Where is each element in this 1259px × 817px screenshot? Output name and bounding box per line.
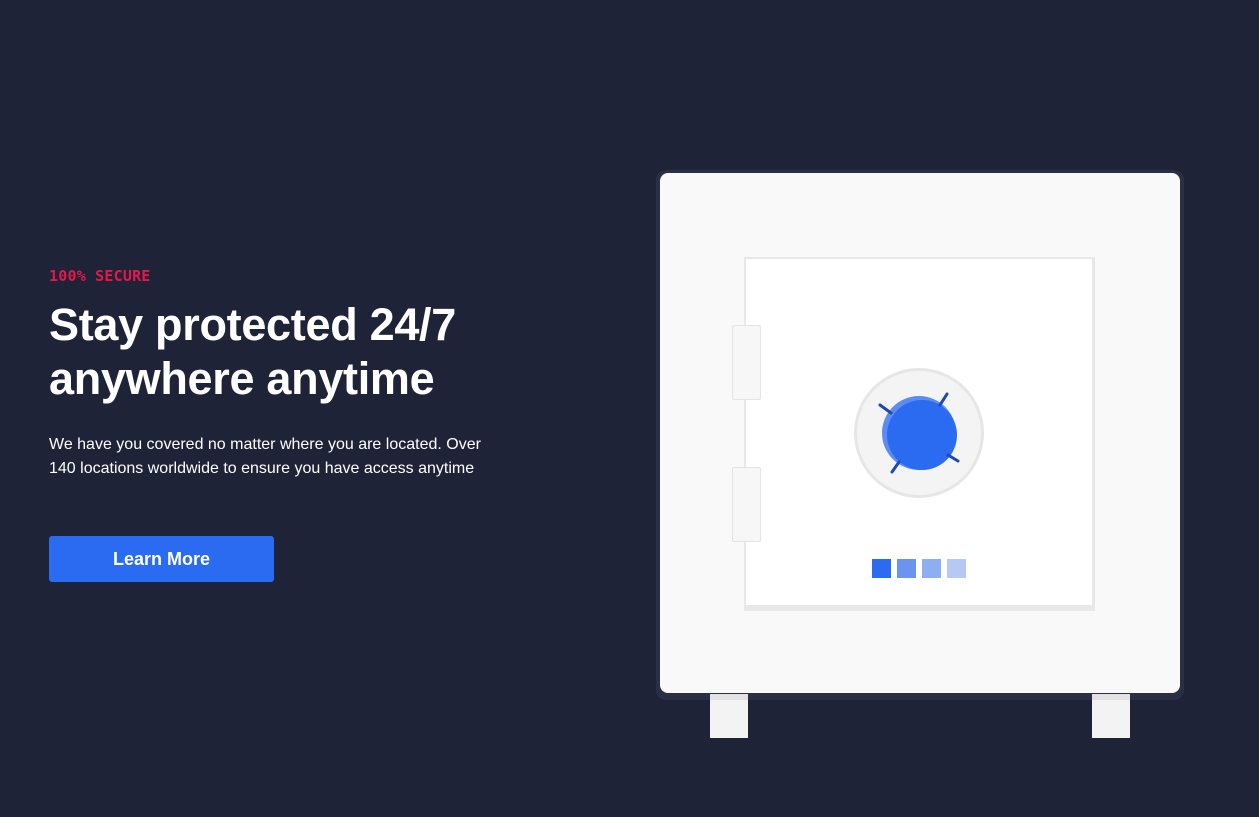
hero-description: We have you covered no matter where you … bbox=[49, 436, 481, 477]
learn-more-button[interactable]: Learn More bbox=[49, 536, 274, 582]
hero-text: 100% SECURE Stay protected 24/7 anywhere… bbox=[49, 266, 519, 481]
hero-title: Stay protected 24/7 anywhere anytime bbox=[49, 299, 456, 404]
eyebrow-label: 100% SECURE bbox=[49, 267, 151, 285]
safe-icon bbox=[656, 170, 1184, 738]
dial-icon bbox=[854, 368, 984, 498]
